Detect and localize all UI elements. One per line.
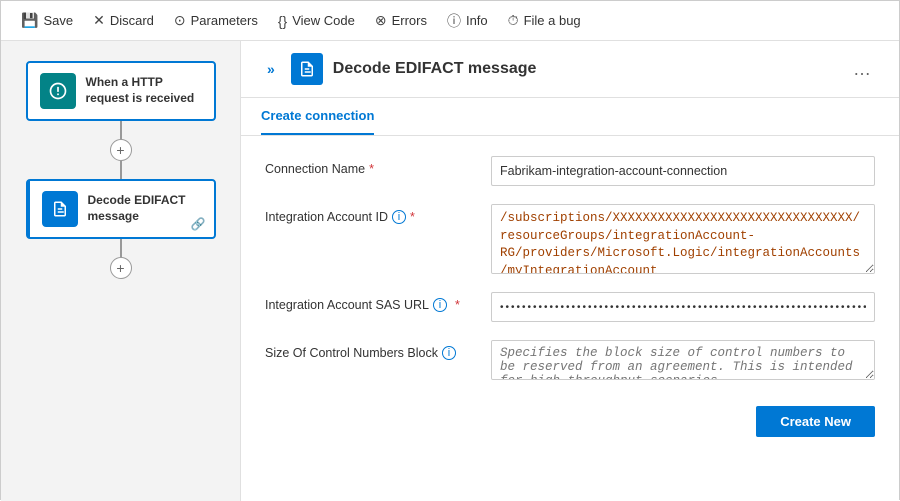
errors-icon: ⊗ — [375, 12, 387, 29]
tab-bar: Create connection — [241, 98, 899, 136]
tab-create-connection[interactable]: Create connection — [261, 98, 374, 135]
connector-line-3 — [120, 239, 122, 257]
control-numbers-info-icon[interactable]: i — [442, 346, 456, 360]
view-code-button[interactable]: {} View Code — [270, 9, 363, 33]
connection-name-row: Connection Name * — [265, 156, 875, 186]
expand-icon[interactable]: » — [261, 55, 281, 83]
save-icon: 💾 — [21, 12, 38, 29]
add-step-button-2[interactable]: + — [110, 257, 132, 279]
required-star-1: * — [369, 162, 374, 176]
trigger-label: When a HTTP request is received — [86, 75, 202, 106]
trigger-card[interactable]: When a HTTP request is received — [26, 61, 216, 121]
file-a-bug-button[interactable]: ⏱ File a bug — [500, 8, 589, 33]
integration-account-id-info-icon[interactable]: i — [392, 210, 406, 224]
integration-account-id-label: Integration Account ID i * — [265, 204, 475, 224]
parameters-icon: ⊙ — [174, 12, 186, 29]
save-label: Save — [43, 13, 73, 28]
panel-card-icon — [291, 53, 323, 85]
file-a-bug-label: File a bug — [524, 13, 581, 28]
errors-label: Errors — [392, 13, 427, 28]
control-numbers-input[interactable] — [491, 340, 875, 380]
discard-icon: ✕ — [93, 12, 105, 29]
add-step-button-1[interactable]: + — [110, 139, 132, 161]
form-actions: Create New — [265, 398, 875, 447]
left-panel: When a HTTP request is received + Decode… — [1, 41, 241, 501]
form-area: Connection Name * Integration Account ID… — [241, 136, 899, 501]
discard-button[interactable]: ✕ Discard — [85, 8, 162, 33]
view-code-icon: {} — [278, 13, 287, 29]
main-layout: When a HTTP request is received + Decode… — [1, 41, 899, 501]
view-code-label: View Code — [292, 13, 355, 28]
link-icon: 🔗 — [191, 217, 206, 231]
action-label: Decode EDIFACT message — [88, 193, 202, 224]
connector-2: + — [110, 239, 132, 279]
panel-title: Decode EDIFACT message — [333, 60, 835, 78]
discard-label: Discard — [110, 13, 154, 28]
bug-icon: ⏱ — [508, 12, 519, 29]
sas-url-label: Integration Account SAS URL i * — [265, 292, 475, 312]
connector-line-1 — [120, 121, 122, 139]
action-icon — [42, 191, 78, 227]
connection-name-label: Connection Name * — [265, 156, 475, 176]
errors-button[interactable]: ⊗ Errors — [367, 8, 435, 33]
toolbar: 💾 Save ✕ Discard ⊙ Parameters {} View Co… — [1, 1, 899, 41]
sas-url-input[interactable] — [491, 292, 875, 322]
action-card[interactable]: Decode EDIFACT message 🔗 — [26, 179, 216, 239]
integration-account-id-input[interactable] — [491, 204, 875, 274]
parameters-label: Parameters — [191, 13, 258, 28]
panel-header: » Decode EDIFACT message … — [241, 41, 899, 98]
create-new-button[interactable]: Create New — [756, 406, 875, 437]
required-star-3: * — [455, 298, 460, 312]
sas-url-row: Integration Account SAS URL i * — [265, 292, 875, 322]
connector-line-2 — [120, 161, 122, 179]
control-numbers-label: Size Of Control Numbers Block i — [265, 340, 475, 360]
connection-name-input[interactable] — [491, 156, 875, 186]
control-numbers-row: Size Of Control Numbers Block i — [265, 340, 875, 380]
connector-1: + — [110, 121, 132, 179]
more-options-button[interactable]: … — [845, 55, 879, 84]
parameters-button[interactable]: ⊙ Parameters — [166, 8, 266, 33]
sas-url-info-icon[interactable]: i — [433, 298, 447, 312]
trigger-icon — [40, 73, 76, 109]
info-icon: ⓘ — [447, 11, 461, 31]
right-panel: » Decode EDIFACT message … Create connec… — [241, 41, 899, 501]
info-label: Info — [466, 13, 488, 28]
info-button[interactable]: ⓘ Info — [439, 7, 496, 35]
save-button[interactable]: 💾 Save — [13, 8, 81, 33]
required-star-2: * — [410, 210, 415, 224]
integration-account-id-row: Integration Account ID i * — [265, 204, 875, 274]
